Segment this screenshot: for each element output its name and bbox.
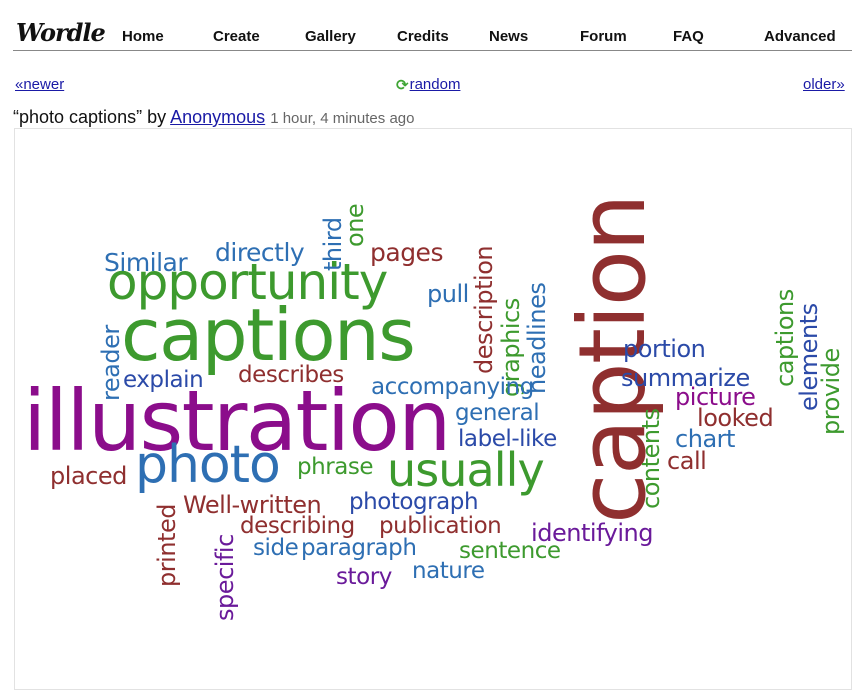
cloud-word-printed: printed	[153, 503, 181, 587]
cloud-word-describes: describes	[238, 362, 344, 388]
author-link[interactable]: Anonymous	[170, 107, 265, 127]
cloud-word-accompanying: accompanying	[371, 374, 534, 400]
cloud-word-description: description	[470, 245, 498, 374]
timestamp: 1 hour, 4 minutes ago	[270, 110, 415, 127]
cloud-word-reader: reader	[97, 325, 125, 401]
newer-link[interactable]: «newer	[15, 76, 64, 93]
wordle-title-line: “photo captions” by Anonymous 1 hour, 4 …	[13, 107, 414, 128]
cloud-word-general: general	[455, 400, 540, 426]
cloud-word-phrase: phrase	[297, 454, 374, 480]
nav-advanced[interactable]: Advanced	[764, 28, 836, 45]
cloud-word-explain: explain	[123, 367, 204, 393]
word-cloud: illustration caption captions opportunity ph…	[14, 128, 852, 690]
cloud-word-portion: portion	[623, 335, 706, 363]
by-label: by	[147, 107, 167, 127]
cloud-word-pull: pull	[427, 280, 469, 308]
cloud-word-specific: specific	[211, 534, 239, 621]
older-link[interactable]: older»	[803, 76, 845, 93]
cloud-word-captions: captions	[771, 289, 799, 387]
cloud-word-call: call	[667, 447, 707, 475]
top-navigation: Wordle Home Create Gallery Credits News …	[13, 14, 852, 51]
cloud-word-usually: usually	[387, 443, 545, 497]
nav-create[interactable]: Create	[213, 28, 260, 45]
cloud-word-nature: nature	[412, 558, 485, 584]
cloud-word-photograph: photograph	[349, 489, 479, 515]
cloud-word-contents: contents	[637, 408, 665, 509]
wordle-logo[interactable]: Wordle	[16, 18, 106, 47]
cloud-word-placed: placed	[50, 462, 127, 490]
refresh-icon[interactable]: ⟳	[396, 76, 409, 94]
random-link-wrap: ⟳random	[396, 76, 460, 94]
cloud-word-story: story	[336, 564, 392, 590]
nav-gallery[interactable]: Gallery	[305, 28, 356, 45]
nav-faq[interactable]: FAQ	[673, 28, 704, 45]
cloud-word-paragraph: paragraph	[301, 535, 417, 561]
wordle-title: “photo captions”	[13, 107, 143, 127]
cloud-word-similar: Similar	[104, 248, 188, 277]
cloud-word-photo: photo	[135, 435, 281, 495]
newer-link-wrap: «newer	[15, 76, 64, 93]
cloud-word-pages: pages	[370, 238, 443, 267]
cloud-word-side: side	[253, 535, 299, 561]
nav-home[interactable]: Home	[122, 28, 164, 45]
nav-credits[interactable]: Credits	[397, 28, 449, 45]
cloud-word-provide: provide	[817, 348, 845, 435]
cloud-word-label-like: label-like	[458, 426, 557, 452]
cloud-word-one: one	[341, 203, 369, 247]
random-link[interactable]: random	[410, 76, 461, 93]
nav-forum[interactable]: Forum	[580, 28, 627, 45]
older-link-wrap: older»	[803, 76, 845, 93]
nav-news[interactable]: News	[489, 28, 528, 45]
cloud-word-directly: directly	[215, 238, 305, 267]
